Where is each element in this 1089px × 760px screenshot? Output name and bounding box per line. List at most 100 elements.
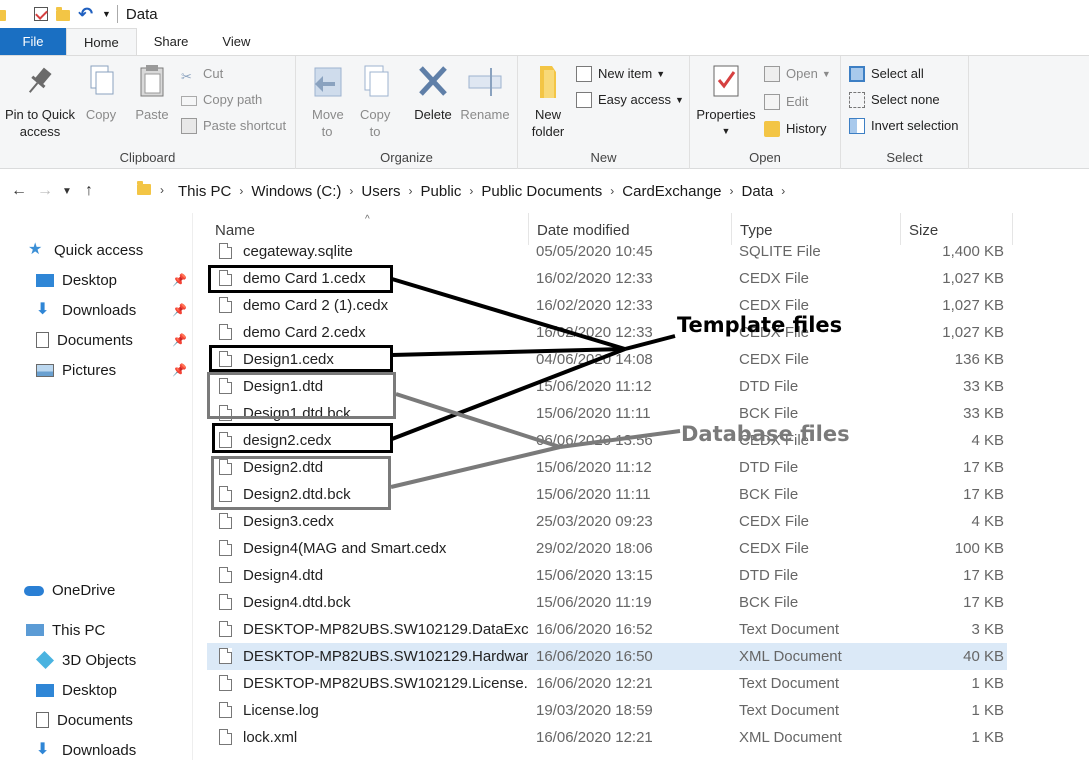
copy-path-button[interactable]: Copy path [181, 89, 262, 111]
file-row[interactable]: DESKTOP-MP82UBS.SW102129.DataExc... 16/06… [207, 616, 1007, 643]
cut-button[interactable]: ✂ Cut [181, 63, 223, 85]
file-row[interactable]: Design3.cedx 25/03/2020 09:23 CEDX File 4 K… [207, 508, 1007, 535]
nav-onedrive[interactable]: OneDrive [0, 576, 193, 604]
new-folder-button[interactable]: New folder [526, 62, 570, 140]
recent-locations-chevron-icon[interactable]: ▼ [58, 186, 76, 197]
file-date: 16/02/2020 12:33 [536, 324, 653, 341]
nav-pc-documents[interactable]: Documents [0, 706, 193, 734]
file-date: 16/06/2020 16:50 [536, 648, 653, 665]
back-arrow-icon[interactable]: ← [6, 182, 32, 200]
file-row[interactable]: Design2.dtd 15/06/2020 11:12 DTD File 17 KB [207, 454, 1007, 481]
file-icon [219, 729, 232, 745]
tab-view[interactable]: View [205, 28, 267, 55]
move-to-button[interactable]: Move to [306, 62, 348, 140]
undo-icon[interactable]: ↶ [78, 5, 94, 23]
properties-check-icon[interactable] [34, 6, 50, 22]
file-date: 06/06/2020 13:56 [536, 432, 653, 449]
select-all-icon [849, 66, 865, 82]
paste-shortcut-button[interactable]: Paste shortcut [181, 115, 286, 137]
file-icon [219, 594, 232, 610]
copy-to-button[interactable]: Copy to [354, 62, 396, 140]
pin-quick-access-button[interactable]: Pin to Quick access [2, 62, 78, 140]
nav-this-pc-label: This PC [52, 621, 106, 639]
star-icon: ★ [28, 241, 43, 258]
nav-qa-downloads[interactable]: ⬇ Downloads 📌 [0, 296, 193, 324]
tab-share[interactable]: Share [137, 28, 206, 55]
file-date: 04/06/2020 14:08 [536, 351, 653, 368]
file-row[interactable]: DESKTOP-MP82UBS.SW102129.Hardwar... 16/06… [207, 643, 1007, 670]
address-chevron-icon[interactable]: › [160, 183, 164, 197]
forward-arrow-icon[interactable]: → [32, 182, 58, 200]
file-row[interactable]: Design1.cedx 04/06/2020 14:08 CEDX File 136… [207, 346, 1007, 373]
breadcrumb-item[interactable]: Users [355, 183, 406, 200]
file-row[interactable]: Design1.dtd.bck 15/06/2020 11:11 BCK File 3… [207, 400, 1007, 427]
rename-button[interactable]: Rename [460, 62, 510, 123]
file-row[interactable]: cegateway.sqlite 05/05/2020 10:45 SQLITE F… [207, 238, 1007, 265]
breadcrumb-chevron-icon[interactable]: › [779, 184, 787, 198]
tab-file[interactable]: File [0, 28, 66, 55]
nav-this-pc[interactable]: This PC [0, 616, 193, 644]
delete-button[interactable]: Delete [410, 62, 456, 123]
file-row[interactable]: demo Card 2.cedx 16/02/2020 12:33 CEDX Fil… [207, 319, 1007, 346]
breadcrumb-chevron-icon[interactable]: › [347, 184, 355, 198]
file-row[interactable]: License.log 19/03/2020 18:59 Text Document… [207, 697, 1007, 724]
file-name: cegateway.sqlite [243, 243, 353, 260]
file-date: 16/02/2020 12:33 [536, 297, 653, 314]
file-date: 15/06/2020 11:19 [536, 594, 652, 611]
up-arrow-icon[interactable]: ↑ [76, 182, 102, 200]
easy-access-button[interactable]: Easy access ▼ [576, 89, 684, 111]
breadcrumb-chevron-icon[interactable]: › [237, 184, 245, 198]
desktop-icon [36, 683, 54, 697]
select-none-button[interactable]: Select none [849, 89, 940, 111]
file-row[interactable]: DESKTOP-MP82UBS.SW102129.License.l... 16/… [207, 670, 1007, 697]
breadcrumb-chevron-icon[interactable]: › [608, 184, 616, 198]
nav-pc-3d-objects[interactable]: 3D Objects [0, 646, 193, 674]
breadcrumb-item[interactable]: Public Documents [475, 183, 608, 200]
breadcrumb-item[interactable]: Data [736, 183, 780, 200]
history-button[interactable]: History [764, 118, 826, 140]
select-all-button[interactable]: Select all [849, 63, 924, 85]
file-row[interactable]: lock.xml 16/06/2020 12:21 XML Document 1 KB [207, 724, 1007, 751]
breadcrumb-chevron-icon[interactable]: › [407, 184, 415, 198]
file-row[interactable]: demo Card 2 (1).cedx 16/02/2020 12:33 CEDX… [207, 292, 1007, 319]
paste-button[interactable]: Paste [130, 62, 174, 123]
nav-quick-access-label: Quick access [54, 241, 144, 259]
nav-qa-desktop[interactable]: Desktop 📌 [0, 266, 193, 294]
breadcrumb-item[interactable]: Public [415, 183, 468, 200]
new-item-button[interactable]: New item ▼ [576, 63, 665, 85]
copy-button[interactable]: Copy [80, 62, 122, 123]
file-type: Text Document [739, 702, 840, 719]
breadcrumb-item[interactable]: CardExchange [616, 183, 727, 200]
nav-pc-desktop[interactable]: Desktop [0, 676, 193, 704]
file-date: 15/06/2020 11:11 [536, 405, 651, 422]
file-row[interactable]: demo Card 1.cedx 16/02/2020 12:33 CEDX Fil… [207, 265, 1007, 292]
invert-selection-button[interactable]: Invert selection [849, 115, 958, 137]
new-folder-icon[interactable] [56, 6, 72, 22]
open-button[interactable]: Open ▼ [764, 63, 831, 85]
tab-home[interactable]: Home [66, 28, 137, 55]
file-row[interactable]: Design4(MAG and Smart.cedx 29/02/2020 18:… [207, 535, 1007, 562]
file-row[interactable]: Design4.dtd 15/06/2020 13:15 DTD File 17 KB [207, 562, 1007, 589]
file-size: 1 KB [971, 729, 1004, 746]
breadcrumb-item[interactable]: This PC [172, 183, 237, 200]
nav-pc-downloads[interactable]: ⬇ Downloads [0, 736, 193, 760]
file-name: Design1.dtd [243, 378, 324, 395]
file-row[interactable]: design2.cedx 06/06/2020 13:56 CEDX File 4 K… [207, 427, 1007, 454]
breadcrumb-chevron-icon[interactable]: › [728, 184, 736, 198]
nav-qa-downloads-label: Downloads [62, 301, 137, 319]
file-row[interactable]: Design4.dtd.bck 15/06/2020 11:19 BCK File 1… [207, 589, 1007, 616]
customize-toolbar-icon[interactable]: ▼ [102, 9, 111, 19]
nav-quick-access[interactable]: ★ Quick access [0, 236, 193, 264]
nav-qa-pictures[interactable]: Pictures 📌 [0, 356, 193, 384]
paste-icon [134, 62, 170, 102]
properties-button[interactable]: Properties ▼ [694, 62, 758, 140]
file-row[interactable]: Design1.dtd 15/06/2020 11:12 DTD File 33 KB [207, 373, 1007, 400]
file-row[interactable]: Design2.dtd.bck 15/06/2020 11:11 BCK File 1… [207, 481, 1007, 508]
file-name: Design2.dtd.bck [243, 486, 351, 503]
nav-pc-documents-label: Documents [57, 711, 133, 729]
file-name: demo Card 2 (1).cedx [243, 297, 389, 314]
nav-qa-documents[interactable]: Documents 📌 [0, 326, 193, 354]
edit-button[interactable]: Edit [764, 91, 808, 113]
breadcrumb-chevron-icon[interactable]: › [467, 184, 475, 198]
breadcrumb-item[interactable]: Windows (C:) [245, 183, 347, 200]
